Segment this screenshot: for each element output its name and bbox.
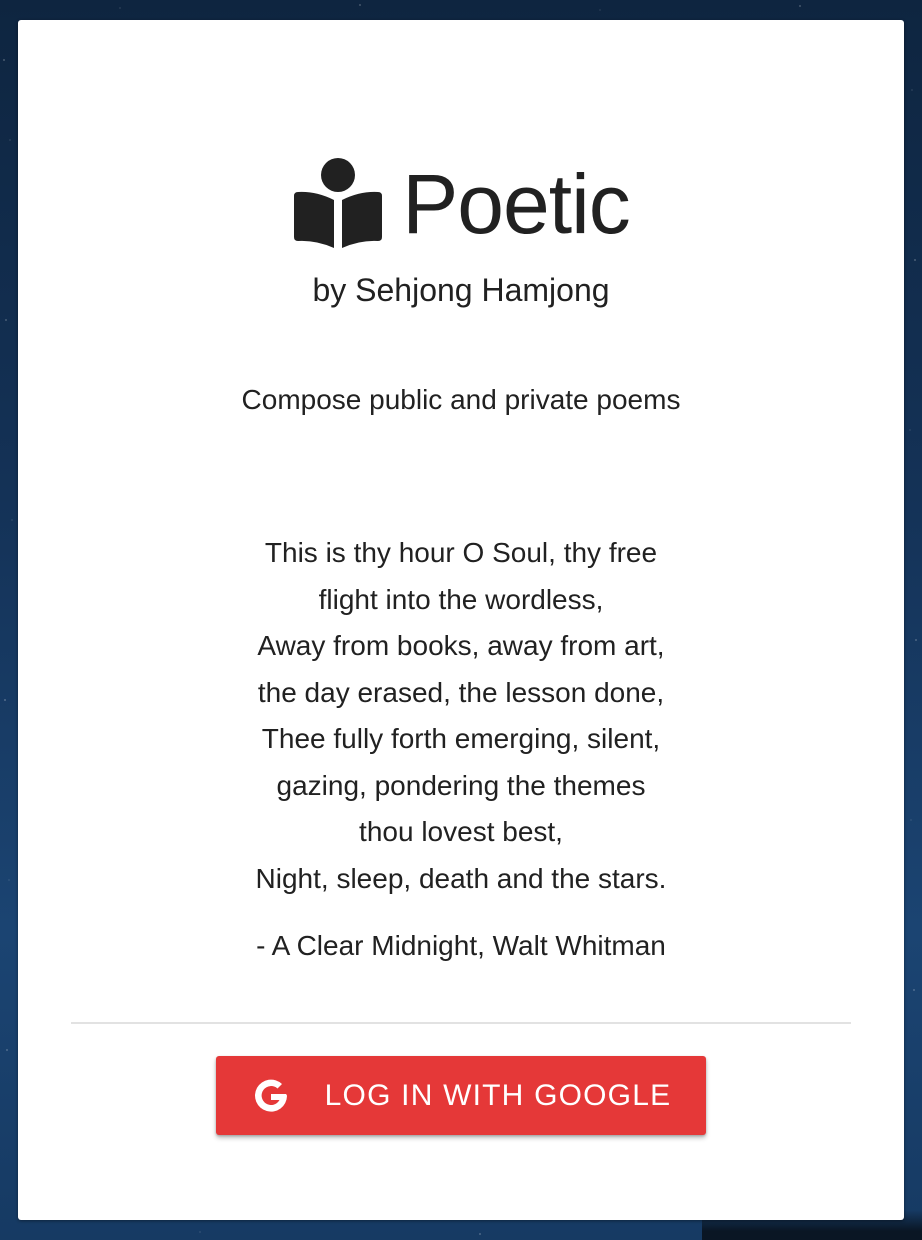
brand-header: Poetic: [18, 158, 904, 250]
login-button-label: LOG IN WITH GOOGLE: [324, 1078, 672, 1112]
poem-line: Away from books, away from art,: [257, 630, 665, 661]
poem-line: Night, sleep, death and the stars.: [255, 862, 667, 894]
poem-line: flight into the wordless,: [318, 583, 604, 615]
poem-line: This is thy hour O Soul, thy free: [264, 537, 658, 568]
poem-text: This is thy hour O Soul, thy free flight…: [211, 530, 711, 902]
app-title: Poetic: [402, 157, 630, 251]
login-card: Poetic by Sehjong Hamjong Compose public…: [18, 20, 904, 1220]
app-tagline: Compose public and private poems: [241, 384, 681, 415]
poem-line: Thee fully forth emerging, silent,: [261, 723, 661, 754]
poem-line: gazing, pondering the themes: [276, 769, 646, 801]
divider: [71, 1022, 851, 1024]
poem-line: thou lovest best,: [359, 816, 563, 847]
google-icon: [254, 1079, 287, 1112]
author-byline: by Sehjong Hamjong: [312, 272, 610, 308]
book-reader-icon: [294, 158, 383, 248]
poem-attribution: - A Clear Midnight, Walt Whitman: [256, 930, 666, 961]
login-with-google-button[interactable]: LOG IN WITH GOOGLE: [216, 1056, 706, 1135]
poem-line: the day erased, the lesson done,: [257, 676, 665, 708]
